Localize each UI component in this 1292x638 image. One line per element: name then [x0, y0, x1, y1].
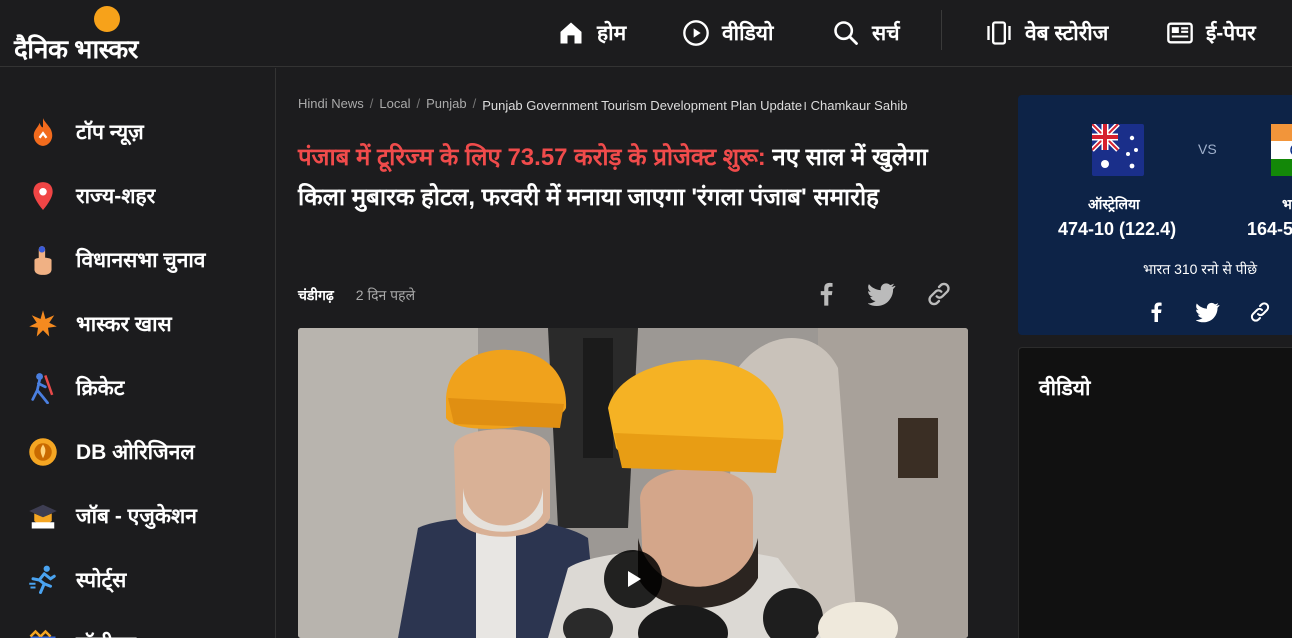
cricket-icon [28, 373, 58, 404]
site-header: दैनिक भास्कर होम वीडियो सर्च वेब स्टोरीज… [0, 0, 1292, 67]
runner-icon [28, 565, 58, 595]
sidebar-item-sports[interactable]: स्पोर्ट्स [28, 560, 126, 600]
web-stories-icon [987, 21, 1011, 45]
breadcrumb-current: Punjab Government Tourism Development Pl… [482, 98, 908, 113]
nav-home-label: होम [597, 22, 627, 45]
newspaper-icon [1167, 22, 1193, 44]
graduation-cap-icon [28, 501, 58, 531]
sidebar-item-label: क्रिकेट [76, 377, 125, 400]
sidebar-item-label: स्पोर्ट्स [76, 569, 127, 592]
nav-web-stories[interactable]: वेब स्टोरीज [985, 14, 1108, 52]
facebook-icon [1151, 302, 1162, 322]
twitter-share-button[interactable] [867, 280, 896, 308]
headline-highlight: पंजाब में टूरिज्म के लिए 73.57 करोड़ के … [298, 144, 766, 171]
article-byline: चंडीगढ़ 2 दिन पहले [298, 286, 415, 305]
score-copy-link-button[interactable] [1248, 300, 1272, 324]
breadcrumb-punjab[interactable]: Punjab [426, 96, 466, 114]
video-widget: वीडियो [1018, 347, 1292, 638]
sidebar-item-label: बॉलीवुड [76, 630, 136, 638]
sidebar-item-bhaskar-khas[interactable]: भास्कर खास [28, 304, 172, 344]
team1-score: 474-10 (122.4) [1058, 219, 1177, 239]
match-status: भारत 310 रनो से पीछे [1143, 261, 1258, 277]
india-flag-icon [1271, 124, 1292, 176]
breadcrumb-hindi-news[interactable]: Hindi News [298, 96, 364, 114]
team2-score: 164-5 [1247, 219, 1292, 239]
nav-video-label: वीडियो [722, 22, 774, 45]
team2-name: भारत [1282, 196, 1292, 212]
facebook-share-button[interactable] [812, 280, 840, 308]
article-main: Hindi News / Local / Punjab / Punjab Gov… [277, 68, 990, 638]
sidebar-item-label: भास्कर खास [76, 313, 172, 336]
star-burst-icon [28, 309, 58, 339]
nav-search-label: सर्च [872, 22, 900, 45]
breadcrumb-local[interactable]: Local [379, 96, 410, 114]
twitter-icon [867, 283, 896, 307]
score-twitter-share-button[interactable] [1195, 300, 1220, 324]
sidebar-item-label: टॉप न्यूज़ [76, 121, 144, 144]
home-icon [560, 22, 582, 44]
sidebar-item-bollywood[interactable]: बॉलीवुड [28, 624, 136, 638]
publish-time: 2 दिन पहले [355, 287, 416, 303]
link-icon [1250, 302, 1270, 322]
search-icon [834, 21, 858, 45]
left-sidebar: टॉप न्यूज़ राज्य-शहर विधानसभा चुनाव भास्… [0, 68, 276, 638]
play-icon [628, 571, 641, 587]
nav-divider [941, 10, 942, 50]
cricket-score-card[interactable]: VS ऑस्ट्रेलिया 474-10 (122.4) भारत 164-5… [1018, 95, 1292, 335]
sidebar-item-state-city[interactable]: राज्य-शहर [28, 176, 155, 216]
video-widget-title: वीडियो [1039, 377, 1091, 400]
sidebar-item-label: विधानसभा चुनाव [76, 249, 206, 272]
logo-text: दैनिक भास्कर [14, 34, 138, 64]
nav-epaper[interactable]: ई-पेपर [1166, 14, 1256, 52]
sidebar-item-label: DB ओरिजिनल [76, 441, 195, 464]
sidebar-item-db-original[interactable]: DB ओरिजिनल [28, 432, 195, 472]
australia-flag-icon [1092, 124, 1144, 176]
location-pin-icon [28, 181, 58, 211]
score-facebook-share-button[interactable] [1144, 300, 1168, 324]
nav-epaper-label: ई-पेपर [1206, 22, 1256, 45]
nav-web-stories-label: वेब स्टोरीज [1025, 22, 1109, 45]
twitter-icon [1195, 302, 1220, 323]
breadcrumb-separator: / [472, 96, 477, 111]
site-logo[interactable]: दैनिक भास्कर [14, 6, 184, 64]
voting-finger-icon [28, 245, 58, 275]
sidebar-item-assembly-election[interactable]: विधानसभा चुनाव [28, 240, 205, 280]
film-icon [28, 629, 58, 638]
breadcrumb-separator: / [416, 96, 421, 111]
sidebar-item-label: राज्य-शहर [76, 185, 156, 208]
sidebar-item-top-news[interactable]: टॉप न्यूज़ [28, 112, 144, 152]
sidebar-item-label: जॉब - एजुकेशन [76, 505, 197, 528]
nav-video[interactable]: वीडियो [682, 14, 773, 52]
db-original-icon [28, 437, 58, 467]
breadcrumb: Hindi News / Local / Punjab / Punjab Gov… [298, 96, 907, 114]
team1-name: ऑस्ट्रेलिया [1088, 196, 1140, 212]
sidebar-item-job-education[interactable]: जॉब - एजुकेशन [28, 496, 197, 536]
play-circle-icon [683, 20, 709, 46]
nav-search[interactable]: सर्च [832, 14, 900, 52]
nav-home[interactable]: होम [557, 14, 626, 52]
logo-sun-icon [94, 6, 120, 32]
vs-label: VS [1198, 141, 1217, 157]
facebook-icon [820, 282, 833, 306]
dateline-city[interactable]: चंडीगढ़ [298, 286, 334, 305]
fire-icon [28, 117, 58, 147]
copy-link-button[interactable] [925, 280, 953, 308]
link-icon [928, 282, 950, 306]
article-headline: पंजाब में टूरिज्म के लिए 73.57 करोड़ के … [298, 138, 958, 218]
play-button[interactable] [604, 550, 662, 608]
sidebar-item-cricket[interactable]: क्रिकेट [28, 368, 124, 408]
article-video-thumbnail[interactable] [298, 328, 968, 638]
breadcrumb-separator: / [369, 96, 374, 111]
